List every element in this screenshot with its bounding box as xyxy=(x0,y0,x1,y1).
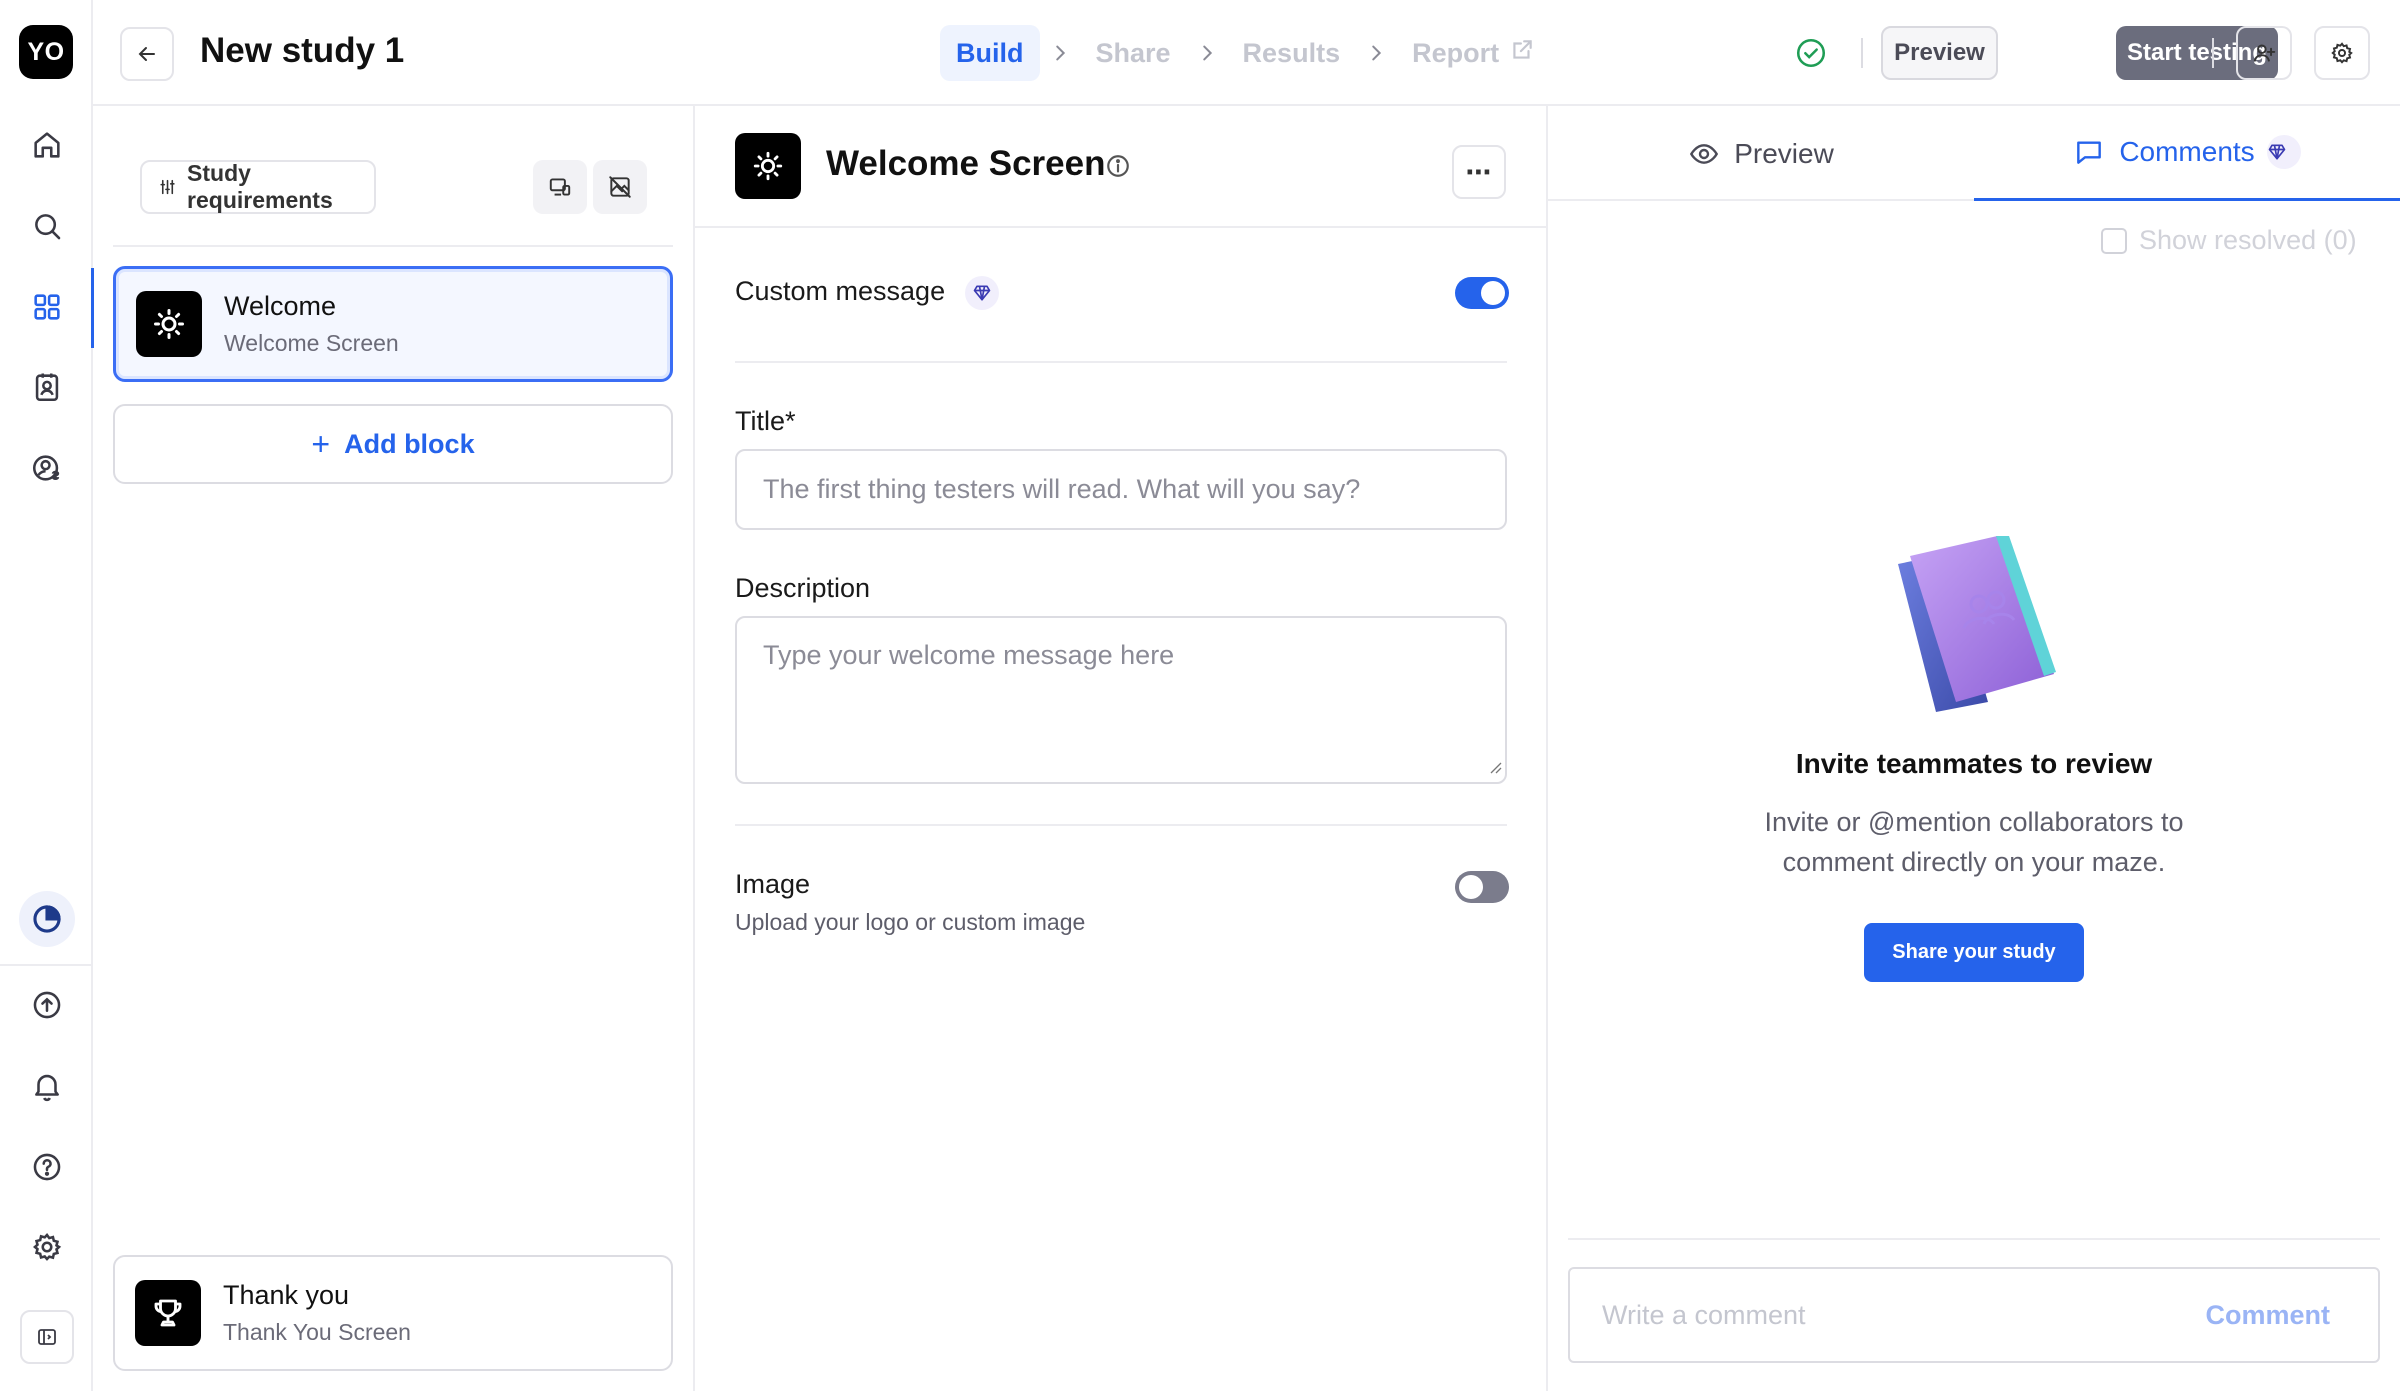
rail-divider xyxy=(0,964,93,966)
divider xyxy=(1861,38,1863,68)
grid-icon[interactable] xyxy=(19,279,75,335)
image-off-icon xyxy=(609,176,631,198)
step-share[interactable]: Share xyxy=(1080,25,1187,81)
tab-comments[interactable]: Comments xyxy=(1974,106,2400,201)
nav-rail: YO xyxy=(0,0,94,1391)
chevron-right-icon xyxy=(1040,42,1080,64)
block-thank-you[interactable]: Thank you Thank You Screen xyxy=(113,1255,673,1371)
divider xyxy=(113,245,673,247)
usage-pie-icon[interactable] xyxy=(19,891,75,947)
share-study-button[interactable]: Share your study xyxy=(1864,923,2084,982)
user-plus-icon xyxy=(2253,44,2276,62)
tab-preview-label: Preview xyxy=(1734,137,1834,169)
home-icon[interactable] xyxy=(19,117,75,173)
invite-title: Invite teammates to review xyxy=(1795,748,2153,779)
study-title[interactable]: New study 1 xyxy=(200,31,404,71)
sliders-icon xyxy=(160,179,175,195)
show-resolved-label: Show resolved (0) xyxy=(2139,225,2357,255)
tab-comments-label: Comments xyxy=(2119,136,2255,167)
arrow-left-icon xyxy=(138,47,155,61)
step-results[interactable]: Results xyxy=(1227,25,1357,81)
app-logo[interactable]: YO xyxy=(19,25,73,79)
study-settings-button[interactable] xyxy=(2314,26,2370,80)
divider xyxy=(2212,38,2214,68)
gear-icon xyxy=(2331,42,2353,64)
saved-check-icon xyxy=(1796,38,1826,68)
search-icon[interactable] xyxy=(19,198,75,254)
preview-button[interactable]: Preview xyxy=(1881,26,1998,80)
study-steps: Build Share Results Report xyxy=(940,25,1551,81)
title-label: Title* xyxy=(735,406,796,436)
block-type: Thank You Screen xyxy=(223,1319,411,1345)
help-icon[interactable] xyxy=(19,1139,75,1195)
user-billing-icon[interactable] xyxy=(19,440,75,496)
image-sublabel: Upload your logo or custom image xyxy=(735,909,1086,935)
block-welcome[interactable]: Welcome Welcome Screen xyxy=(113,266,673,382)
devices-icon xyxy=(549,178,571,196)
upload-icon[interactable] xyxy=(19,977,75,1033)
invite-user-button[interactable] xyxy=(2236,26,2292,80)
description-input[interactable] xyxy=(735,616,1507,784)
add-block-label: Add block xyxy=(344,428,475,459)
image-label: Image xyxy=(735,869,811,899)
block-name: Welcome xyxy=(224,291,337,321)
diamond-icon xyxy=(2266,135,2301,169)
comment-input[interactable]: Write a comment xyxy=(1602,1300,1806,1331)
block-name: Thank you xyxy=(223,1280,350,1310)
notebook-illustration xyxy=(1898,536,2056,712)
invite-text: Invite or @mention collaborators to comm… xyxy=(1764,807,2184,877)
collapse-sidebar-icon[interactable] xyxy=(20,1310,74,1364)
bell-icon[interactable] xyxy=(19,1058,75,1114)
comment-submit-button[interactable]: Comment xyxy=(2205,1300,2330,1331)
blocks-panel: Study requirements Welcome Welcome Scree… xyxy=(93,106,695,1391)
plus-icon: + xyxy=(311,425,331,462)
sun-icon xyxy=(735,133,801,199)
device-toggle-button[interactable] xyxy=(533,160,587,214)
sun-icon xyxy=(136,291,202,357)
block-editor: Welcome Screen ⋯ Custom message Title* D… xyxy=(695,106,1548,1391)
study-requirements-label: Study requirements xyxy=(187,160,333,213)
study-requirements-button[interactable]: Study requirements xyxy=(140,160,376,214)
right-tabs: Preview Comments xyxy=(1548,106,2400,201)
divider xyxy=(735,361,1507,363)
tab-preview[interactable]: Preview xyxy=(1548,106,1974,201)
checkbox[interactable] xyxy=(2101,227,2127,254)
top-bar: New study 1 Build Share Results Report P… xyxy=(93,0,2400,106)
step-report[interactable]: Report xyxy=(1396,25,1551,81)
block-type: Welcome Screen xyxy=(224,330,399,356)
contacts-icon[interactable] xyxy=(19,359,75,415)
divider xyxy=(735,824,1507,826)
chevron-right-icon xyxy=(1187,42,1227,64)
eye-icon xyxy=(1690,143,1719,164)
divider xyxy=(1568,1238,2380,1240)
step-report-label: Report xyxy=(1412,37,1500,68)
more-options-button[interactable]: ⋯ xyxy=(1452,145,1506,199)
info-icon[interactable] xyxy=(1105,153,1131,179)
editor-title: Welcome Screen xyxy=(826,144,1106,183)
custom-message-label: Custom message xyxy=(735,276,946,307)
diamond-icon xyxy=(964,276,999,310)
external-link-icon xyxy=(1499,37,1535,70)
resize-grip-icon[interactable] xyxy=(1486,758,1502,774)
description-label: Description xyxy=(735,573,871,603)
comment-field[interactable]: Write a comment Comment xyxy=(1568,1267,2380,1363)
settings-icon[interactable] xyxy=(19,1219,75,1275)
editor-header: Welcome Screen ⋯ xyxy=(695,106,1546,228)
hide-media-button[interactable] xyxy=(593,160,647,214)
chevron-right-icon xyxy=(1356,42,1396,64)
add-block-button[interactable]: + Add block xyxy=(113,404,673,484)
trophy-icon xyxy=(135,1280,201,1346)
image-toggle[interactable] xyxy=(1455,871,1509,903)
custom-message-row: Custom message xyxy=(735,276,999,310)
comment-icon xyxy=(2077,141,2102,164)
custom-message-toggle[interactable] xyxy=(1455,277,1509,309)
comments-panel: Preview Comments Show resolved (0) Invit… xyxy=(1548,106,2400,1391)
step-build[interactable]: Build xyxy=(940,25,1040,81)
title-input[interactable] xyxy=(735,449,1507,530)
show-resolved-checkbox[interactable]: Show resolved (0) xyxy=(2101,225,2357,256)
back-button[interactable] xyxy=(120,27,174,81)
